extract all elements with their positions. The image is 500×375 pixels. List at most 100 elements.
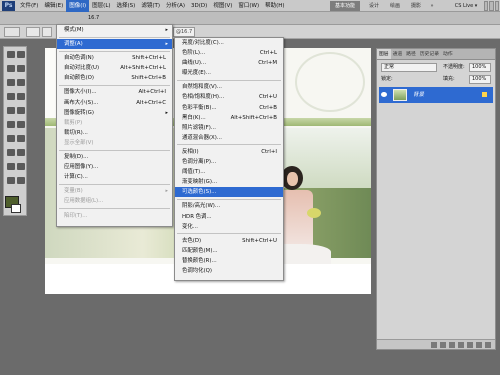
link-layers-icon[interactable] [431, 341, 437, 348]
feather-field[interactable] [42, 27, 52, 37]
cs-live-button[interactable]: CS Live ▾ [449, 1, 483, 11]
adjust-menu-item[interactable]: HDR 色调... [175, 212, 283, 222]
delete-layer-icon[interactable] [485, 341, 491, 348]
healing-tool-icon[interactable] [7, 93, 15, 100]
opacity-field[interactable]: 100% [469, 63, 491, 72]
clone-tool-icon[interactable] [7, 107, 15, 114]
adjust-menu-item[interactable]: 渐变映射(G)... [175, 177, 283, 187]
adjust-menu-item[interactable]: 黑白(K)... Alt+Shift+Ctrl+B [175, 113, 283, 123]
workspace-basic-button[interactable]: 基本功能 [330, 1, 360, 11]
menu-item[interactable]: 滤镜(T) [138, 0, 163, 12]
workspace-photo-button[interactable]: 摄影 [407, 1, 425, 11]
adjustment-layer-icon[interactable] [458, 341, 464, 348]
maximize-button[interactable] [489, 1, 494, 11]
image-menu-item[interactable]: 自动对比度(U) Alt+Shift+Ctrl+L [57, 63, 172, 73]
image-menu-item[interactable]: 应用图像(Y)... [57, 162, 172, 172]
image-menu-item[interactable]: 显示全部(V) [57, 138, 172, 148]
layers-panel-tab[interactable]: 路径 [404, 49, 418, 59]
adjust-menu-item[interactable]: 变化... [175, 222, 283, 232]
layer-style-icon[interactable] [440, 341, 446, 348]
workspace-paint-button[interactable]: 绘画 [386, 1, 404, 11]
adjust-menu-item[interactable]: 反相(I) Ctrl+I [175, 147, 283, 157]
image-menu-item[interactable]: 图像旋转(G) ▸ [57, 108, 172, 118]
eyedropper-tool-icon[interactable] [17, 79, 25, 86]
menu-item[interactable]: 分析(A) [163, 0, 188, 12]
brush-tool-icon[interactable] [17, 93, 25, 100]
adjust-menu-item[interactable]: 曝光度(E)... [175, 68, 283, 78]
adjust-menu-item[interactable]: 替换颜色(R)... [175, 256, 283, 266]
image-menu-item[interactable]: 自动颜色(O) Shift+Ctrl+B [57, 73, 172, 83]
image-menu-item[interactable]: 裁剪(P) [57, 118, 172, 128]
adjust-menu-item[interactable]: 通道混合器(X)... [175, 133, 283, 143]
pen-tool-icon[interactable] [7, 149, 15, 156]
history-brush-tool-icon[interactable] [17, 107, 25, 114]
hand-tool-icon[interactable] [7, 177, 15, 184]
image-menu-item[interactable]: 变量(B) ▸ [57, 186, 172, 196]
type-tool-icon[interactable] [17, 149, 25, 156]
adjust-menu-item[interactable]: 可选颜色(S)... [175, 187, 283, 198]
image-menu-item[interactable]: 模式(M) ▸ [57, 25, 172, 35]
zoom-tool-icon[interactable] [17, 177, 25, 184]
image-menu-item[interactable]: 调整(A) ▸ [57, 39, 172, 50]
menu-item[interactable]: 文件(F) [17, 0, 41, 12]
adjust-menu-item[interactable]: 去色(D) Shift+Ctrl+U [175, 236, 283, 246]
blur-tool-icon[interactable] [7, 135, 15, 142]
dodge-tool-icon[interactable] [17, 135, 25, 142]
adjust-menu-item[interactable]: 匹配颜色(M)... [175, 246, 283, 256]
menu-item[interactable]: 选择(S) [114, 0, 139, 12]
layers-panel-tab[interactable]: 动作 [441, 49, 455, 59]
eraser-tool-icon[interactable] [7, 121, 15, 128]
workspace-more-button[interactable]: » [428, 1, 436, 11]
move-tool-icon[interactable] [7, 51, 15, 58]
menu-item[interactable]: 窗口(W) [235, 0, 262, 12]
image-menu-item[interactable]: 裁切(R)... [57, 128, 172, 138]
shape-tool-icon[interactable] [17, 163, 25, 170]
adjust-menu-item[interactable]: 色调分离(P)... [175, 157, 283, 167]
adjust-menu-item[interactable]: 色调均化(Q) [175, 266, 283, 276]
adjust-menu-item[interactable]: 照片滤镜(F)... [175, 123, 283, 133]
blend-mode-select[interactable]: 正常 [381, 63, 437, 72]
gradient-tool-icon[interactable] [17, 121, 25, 128]
image-menu-item[interactable]: 应用数据组(L)... [57, 196, 172, 206]
image-menu-item[interactable]: 计算(C)... [57, 172, 172, 182]
menu-item[interactable]: 3D(D) [188, 0, 210, 12]
menu-item[interactable]: 图像(I) [66, 0, 90, 12]
menu-item[interactable]: 视图(V) [210, 0, 235, 12]
crop-tool-icon[interactable] [7, 79, 15, 86]
document-tab[interactable]: @16.7 [173, 27, 195, 37]
lasso-tool-preset-icon[interactable] [4, 27, 20, 37]
background-color-swatch[interactable] [11, 204, 21, 213]
fill-field[interactable]: 100% [469, 75, 491, 84]
layers-panel-tab[interactable]: 历史记录 [418, 49, 441, 59]
adjust-menu-item[interactable]: 亮度/对比度(C)... [175, 38, 283, 48]
lasso-tool-icon[interactable] [7, 65, 15, 72]
add-mask-icon[interactable] [449, 341, 455, 348]
marquee-tool-icon[interactable] [17, 51, 25, 58]
adjust-menu-item[interactable]: 色阶(L)... Ctrl+L [175, 48, 283, 58]
selection-mode-buttons[interactable] [26, 27, 40, 37]
image-menu-item[interactable]: 陷印(T)... [57, 211, 172, 221]
minimize-button[interactable] [484, 1, 489, 11]
layer-row-background[interactable]: 背景 [379, 87, 493, 103]
visibility-eye-icon[interactable] [381, 92, 387, 97]
image-menu-item[interactable]: 画布大小(S)... Alt+Ctrl+C [57, 98, 172, 108]
adjust-menu-item[interactable]: 色彩平衡(B)... Ctrl+B [175, 103, 283, 113]
close-button[interactable] [494, 1, 499, 11]
zoom-level[interactable]: 16.7 [88, 12, 99, 24]
path-select-tool-icon[interactable] [7, 163, 15, 170]
workspace-design-button[interactable]: 设计 [365, 1, 383, 11]
adjust-menu-item[interactable]: 自然饱和度(V)... [175, 82, 283, 92]
adjust-menu-item[interactable]: 曲线(U)... Ctrl+M [175, 58, 283, 68]
quick-select-tool-icon[interactable] [17, 65, 25, 72]
new-layer-icon[interactable] [476, 341, 482, 348]
image-menu-item[interactable]: 自动色调(N) Shift+Ctrl+L [57, 53, 172, 63]
adjust-menu-item[interactable]: 阴影/高光(W)... [175, 201, 283, 211]
layers-panel-tab[interactable]: 通道 [391, 49, 405, 59]
layers-panel-tab[interactable]: 图层 [377, 49, 391, 59]
new-group-icon[interactable] [467, 341, 473, 348]
image-menu-item[interactable]: 复制(D)... [57, 152, 172, 162]
adjust-menu-item[interactable]: 色相/饱和度(H)... Ctrl+U [175, 92, 283, 102]
menu-item[interactable]: 帮助(H) [262, 0, 287, 12]
adjust-menu-item[interactable]: 阈值(T)... [175, 167, 283, 177]
image-menu-item[interactable]: 图像大小(I)... Alt+Ctrl+I [57, 87, 172, 97]
